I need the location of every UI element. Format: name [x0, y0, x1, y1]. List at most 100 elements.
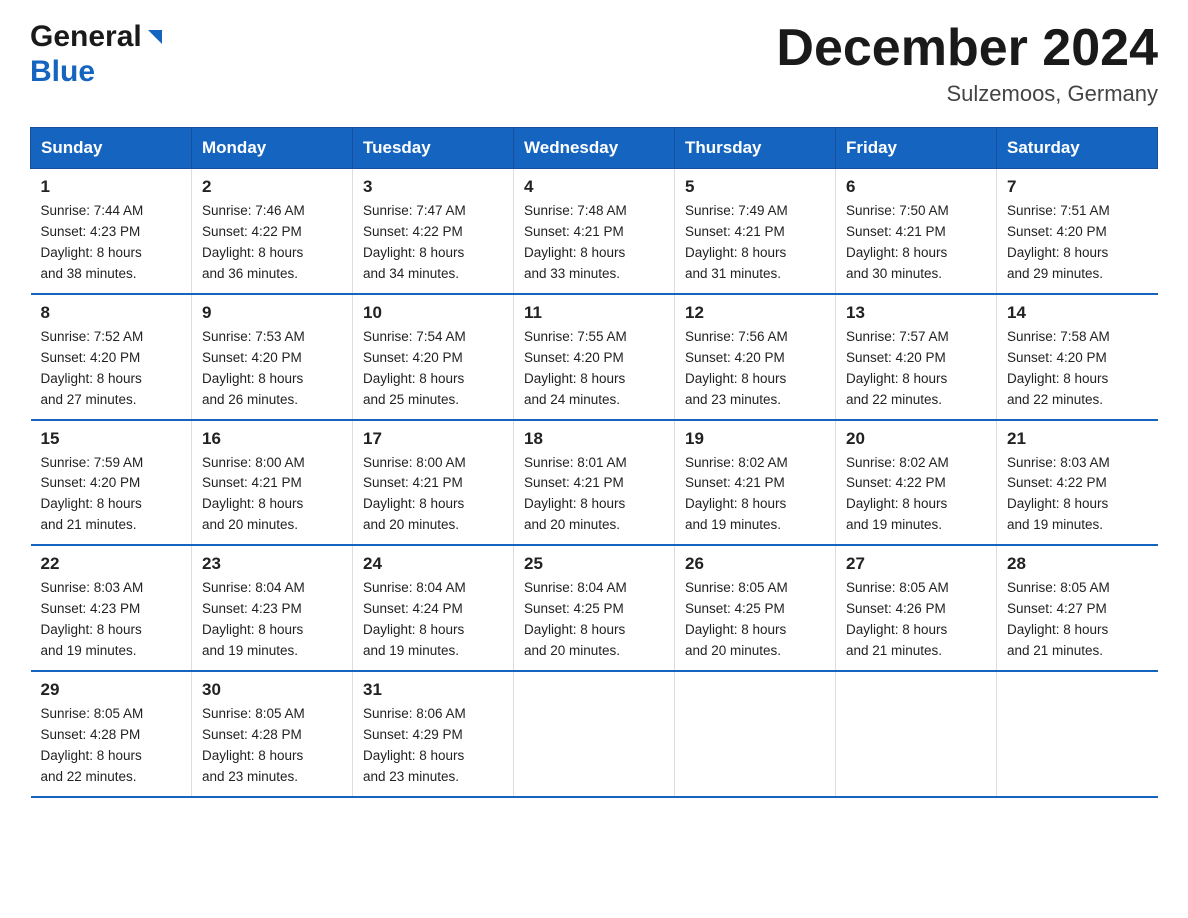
day-number: 19: [685, 429, 825, 449]
calendar-cell: 14 Sunrise: 7:58 AMSunset: 4:20 PMDayligh…: [997, 294, 1158, 420]
calendar-cell: 13 Sunrise: 7:57 AMSunset: 4:20 PMDayligh…: [836, 294, 997, 420]
calendar-cell: 27 Sunrise: 8:05 AMSunset: 4:26 PMDayligh…: [836, 545, 997, 671]
logo-triangle-icon: [144, 26, 166, 48]
day-number: 17: [363, 429, 503, 449]
weekday-header-saturday: Saturday: [997, 128, 1158, 169]
day-number: 15: [41, 429, 182, 449]
weekday-header-monday: Monday: [192, 128, 353, 169]
calendar-cell: 23Sunrise: 8:04 AMSunset: 4:23 PMDayligh…: [192, 545, 353, 671]
day-info: Sunrise: 7:44 AMSunset: 4:23 PMDaylight:…: [41, 201, 182, 285]
day-info: Sunrise: 8:03 AMSunset: 4:22 PMDaylight:…: [1007, 453, 1148, 537]
logo-image: General Blue: [30, 20, 166, 89]
day-info: Sunrise: 8:03 AMSunset: 4:23 PMDaylight:…: [41, 578, 182, 662]
calendar-cell: 12 Sunrise: 7:56 AMSunset: 4:20 PMDayligh…: [675, 294, 836, 420]
day-info: Sunrise: 8:05 AMSunset: 4:25 PMDaylight:…: [685, 578, 825, 662]
week-row-5: 29 Sunrise: 8:05 AMSunset: 4:28 PMDayligh…: [31, 671, 1158, 797]
day-info: Sunrise: 8:04 AMSunset: 4:24 PMDaylight:…: [363, 578, 503, 662]
month-title: December 2024: [776, 20, 1158, 77]
calendar-cell: [675, 671, 836, 797]
day-number: 14: [1007, 303, 1148, 323]
day-info: Sunrise: 7:54 AMSunset: 4:20 PMDaylight:…: [363, 327, 503, 411]
day-number: 18: [524, 429, 664, 449]
calendar-cell: 18 Sunrise: 8:01 AMSunset: 4:21 PMDayligh…: [514, 420, 675, 546]
calendar-cell: 9 Sunrise: 7:53 AMSunset: 4:20 PMDaylight…: [192, 294, 353, 420]
day-number: 26: [685, 554, 825, 574]
calendar-cell: 25 Sunrise: 8:04 AMSunset: 4:25 PMDayligh…: [514, 545, 675, 671]
day-number: 23: [202, 554, 342, 574]
day-number: 24: [363, 554, 503, 574]
week-row-1: 1 Sunrise: 7:44 AMSunset: 4:23 PMDaylight…: [31, 169, 1158, 294]
calendar-cell: 22 Sunrise: 8:03 AMSunset: 4:23 PMDayligh…: [31, 545, 192, 671]
calendar-cell: 6 Sunrise: 7:50 AMSunset: 4:21 PMDaylight…: [836, 169, 997, 294]
day-number: 7: [1007, 177, 1148, 197]
day-number: 25: [524, 554, 664, 574]
day-number: 6: [846, 177, 986, 197]
day-number: 2: [202, 177, 342, 197]
day-info: Sunrise: 8:05 AMSunset: 4:26 PMDaylight:…: [846, 578, 986, 662]
day-number: 12: [685, 303, 825, 323]
day-info: Sunrise: 8:02 AMSunset: 4:22 PMDaylight:…: [846, 453, 986, 537]
day-info: Sunrise: 8:05 AMSunset: 4:28 PMDaylight:…: [202, 704, 342, 788]
day-number: 30: [202, 680, 342, 700]
calendar-cell: 2Sunrise: 7:46 AMSunset: 4:22 PMDaylight…: [192, 169, 353, 294]
weekday-header-sunday: Sunday: [31, 128, 192, 169]
day-info: Sunrise: 8:04 AMSunset: 4:25 PMDaylight:…: [524, 578, 664, 662]
day-number: 10: [363, 303, 503, 323]
calendar-cell: 11 Sunrise: 7:55 AMSunset: 4:20 PMDayligh…: [514, 294, 675, 420]
day-number: 11: [524, 303, 664, 323]
logo-blue: Blue: [30, 55, 95, 88]
day-number: 28: [1007, 554, 1148, 574]
calendar-cell: 29 Sunrise: 8:05 AMSunset: 4:28 PMDayligh…: [31, 671, 192, 797]
day-number: 9: [202, 303, 342, 323]
day-number: 16: [202, 429, 342, 449]
week-row-3: 15 Sunrise: 7:59 AMSunset: 4:20 PMDayligh…: [31, 420, 1158, 546]
weekday-header-thursday: Thursday: [675, 128, 836, 169]
day-number: 5: [685, 177, 825, 197]
weekday-header-row: SundayMondayTuesdayWednesdayThursdayFrid…: [31, 128, 1158, 169]
title-area: December 2024 Sulzemoos, Germany: [776, 20, 1158, 107]
day-number: 22: [41, 554, 182, 574]
day-info: Sunrise: 7:49 AMSunset: 4:21 PMDaylight:…: [685, 201, 825, 285]
calendar-cell: 10 Sunrise: 7:54 AMSunset: 4:20 PMDayligh…: [353, 294, 514, 420]
calendar-cell: 20 Sunrise: 8:02 AMSunset: 4:22 PMDayligh…: [836, 420, 997, 546]
day-number: 27: [846, 554, 986, 574]
day-info: Sunrise: 7:52 AMSunset: 4:20 PMDaylight:…: [41, 327, 182, 411]
weekday-header-friday: Friday: [836, 128, 997, 169]
day-info: Sunrise: 8:05 AMSunset: 4:28 PMDaylight:…: [41, 704, 182, 788]
calendar-cell: 16Sunrise: 8:00 AMSunset: 4:21 PMDayligh…: [192, 420, 353, 546]
day-info: Sunrise: 7:55 AMSunset: 4:20 PMDaylight:…: [524, 327, 664, 411]
week-row-4: 22 Sunrise: 8:03 AMSunset: 4:23 PMDayligh…: [31, 545, 1158, 671]
day-number: 29: [41, 680, 182, 700]
calendar-cell: 17 Sunrise: 8:00 AMSunset: 4:21 PMDayligh…: [353, 420, 514, 546]
calendar-cell: 31Sunrise: 8:06 AMSunset: 4:29 PMDayligh…: [353, 671, 514, 797]
calendar-cell: 26 Sunrise: 8:05 AMSunset: 4:25 PMDayligh…: [675, 545, 836, 671]
calendar-cell: 30 Sunrise: 8:05 AMSunset: 4:28 PMDayligh…: [192, 671, 353, 797]
calendar-cell: 1 Sunrise: 7:44 AMSunset: 4:23 PMDaylight…: [31, 169, 192, 294]
day-info: Sunrise: 7:53 AMSunset: 4:20 PMDaylight:…: [202, 327, 342, 411]
day-info: Sunrise: 7:58 AMSunset: 4:20 PMDaylight:…: [1007, 327, 1148, 411]
logo: General Blue: [30, 20, 166, 89]
day-info: Sunrise: 7:51 AMSunset: 4:20 PMDaylight:…: [1007, 201, 1148, 285]
weekday-header-wednesday: Wednesday: [514, 128, 675, 169]
calendar-cell: [997, 671, 1158, 797]
day-info: Sunrise: 7:47 AMSunset: 4:22 PMDaylight:…: [363, 201, 503, 285]
calendar-cell: 3 Sunrise: 7:47 AMSunset: 4:22 PMDaylight…: [353, 169, 514, 294]
calendar-cell: 4Sunrise: 7:48 AMSunset: 4:21 PMDaylight…: [514, 169, 675, 294]
day-info: Sunrise: 7:59 AMSunset: 4:20 PMDaylight:…: [41, 453, 182, 537]
calendar-table: SundayMondayTuesdayWednesdayThursdayFrid…: [30, 127, 1158, 797]
day-info: Sunrise: 7:56 AMSunset: 4:20 PMDaylight:…: [685, 327, 825, 411]
day-info: Sunrise: 8:01 AMSunset: 4:21 PMDaylight:…: [524, 453, 664, 537]
day-info: Sunrise: 7:57 AMSunset: 4:20 PMDaylight:…: [846, 327, 986, 411]
day-number: 20: [846, 429, 986, 449]
day-number: 13: [846, 303, 986, 323]
page-header: General Blue December 2024 Sulzemoos, Ge…: [30, 20, 1158, 107]
day-number: 8: [41, 303, 182, 323]
day-number: 4: [524, 177, 664, 197]
day-info: Sunrise: 8:02 AMSunset: 4:21 PMDaylight:…: [685, 453, 825, 537]
calendar-cell: 19 Sunrise: 8:02 AMSunset: 4:21 PMDayligh…: [675, 420, 836, 546]
day-number: 3: [363, 177, 503, 197]
day-info: Sunrise: 7:50 AMSunset: 4:21 PMDaylight:…: [846, 201, 986, 285]
day-info: Sunrise: 8:00 AMSunset: 4:21 PMDaylight:…: [363, 453, 503, 537]
day-number: 1: [41, 177, 182, 197]
calendar-cell: 15 Sunrise: 7:59 AMSunset: 4:20 PMDayligh…: [31, 420, 192, 546]
